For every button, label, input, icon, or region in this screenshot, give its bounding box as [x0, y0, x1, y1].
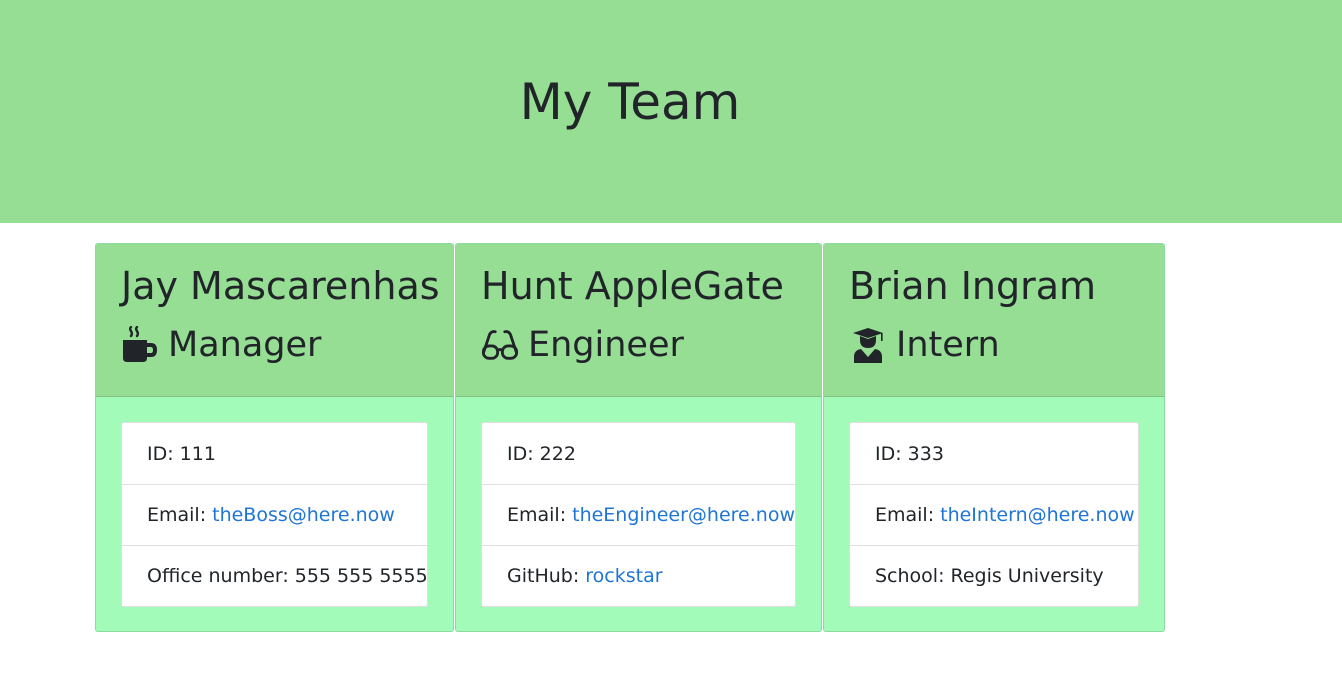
employee-card-intern: Brian Ingram Intern ID: 333 Email: theIn… [823, 243, 1165, 632]
header-banner: My Team [0, 0, 1342, 223]
office-number-label: Office number: [147, 565, 289, 587]
list-item-github: GitHub: rockstar [482, 545, 795, 606]
card-body: ID: 222 Email: theEngineer@here.now GitH… [456, 397, 821, 607]
graduate-icon [849, 326, 887, 364]
employee-name: Jay Mascarenhas [121, 264, 440, 308]
list-item-office-number: Office number: 555 555 5555 [122, 545, 428, 606]
email-link[interactable]: theEngineer@here.now [572, 504, 795, 526]
id-value: 222 [539, 442, 576, 465]
id-value: 333 [907, 442, 944, 465]
list-item-school: School: Regis University [850, 545, 1138, 606]
card-header: Hunt AppleGate Engineer [456, 244, 821, 397]
github-link[interactable]: rockstar [585, 565, 662, 587]
list-item-id: ID: 111 [122, 423, 427, 484]
school-label: School: [875, 565, 945, 587]
coffee-mug-icon [121, 326, 159, 364]
email-link[interactable]: theIntern@here.now [940, 504, 1135, 526]
email-label: Email: [875, 504, 935, 526]
card-header: Jay Mascarenhas Manager [96, 244, 453, 397]
list-item-id: ID: 222 [482, 423, 795, 484]
role-label: Engineer [528, 325, 684, 365]
id-label: ID: [875, 442, 902, 465]
info-list: ID: 222 Email: theEngineer@here.now GitH… [481, 422, 796, 607]
id-value: 111 [179, 442, 216, 465]
info-list: ID: 333 Email: theIntern@here.now School… [849, 422, 1139, 607]
list-item-email: Email: theBoss@here.now [122, 484, 427, 545]
email-label: Email: [147, 504, 207, 526]
employee-name: Hunt AppleGate [481, 264, 784, 308]
card-body: ID: 111 Email: theBoss@here.now Office n… [96, 397, 453, 607]
office-number-value: 555 555 5555 [294, 565, 428, 587]
employee-role: Engineer [481, 321, 821, 369]
id-label: ID: [507, 442, 534, 465]
list-item-email: Email: theIntern@here.now [850, 484, 1138, 545]
list-item-id: ID: 333 [850, 423, 1138, 484]
github-label: GitHub: [507, 565, 580, 587]
role-label: Intern [896, 325, 1000, 365]
glasses-icon [481, 326, 519, 364]
role-label: Manager [168, 325, 322, 365]
school-value: Regis University [950, 565, 1104, 587]
employee-name: Brian Ingram [849, 264, 1097, 308]
email-link[interactable]: theBoss@here.now [212, 504, 395, 526]
list-item-email: Email: theEngineer@here.now [482, 484, 795, 545]
card-header: Brian Ingram Intern [824, 244, 1164, 397]
page-title: My Team [519, 73, 741, 131]
employee-card-manager: Jay Mascarenhas Manager ID: 111 Email: t… [95, 243, 454, 632]
employee-card-engineer: Hunt AppleGate Engineer ID: 222 Email: t… [455, 243, 822, 632]
info-list: ID: 111 Email: theBoss@here.now Office n… [121, 422, 428, 607]
employee-role: Intern [849, 321, 1164, 369]
employee-role: Manager [121, 321, 453, 369]
card-body: ID: 333 Email: theIntern@here.now School… [824, 397, 1164, 607]
email-label: Email: [507, 504, 567, 526]
id-label: ID: [147, 442, 174, 465]
